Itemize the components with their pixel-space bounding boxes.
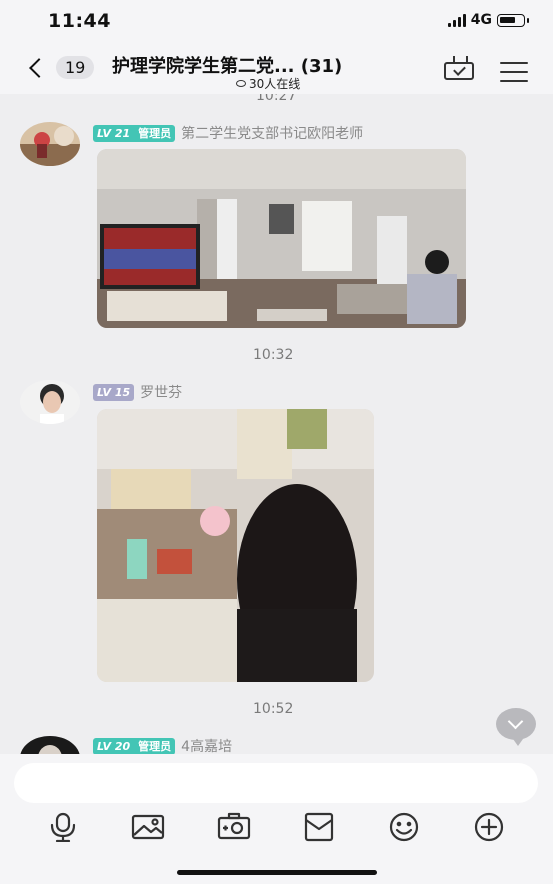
message-meta: LV 15 罗世芬 xyxy=(93,382,182,402)
status-time: 11:44 xyxy=(48,10,111,32)
signal-icon xyxy=(447,13,466,27)
menu-icon[interactable] xyxy=(500,62,528,82)
level-badge: LV 15 xyxy=(93,383,135,401)
sender-name: 4高嘉培 xyxy=(181,739,233,754)
message-time: 10:27 xyxy=(256,94,297,104)
message-input[interactable] xyxy=(14,763,538,803)
live-tv-icon[interactable] xyxy=(444,62,474,80)
level-badge: LV 21 管理员 xyxy=(93,124,176,142)
camera-icon[interactable] xyxy=(217,812,251,842)
avatar[interactable] xyxy=(20,380,80,424)
battery-icon xyxy=(497,13,529,27)
online-count-label: 30人在线 xyxy=(249,77,301,91)
message-meta: LV 20 管理员 4高嘉培 xyxy=(93,736,232,754)
eye-icon xyxy=(236,80,246,87)
input-area xyxy=(0,754,553,884)
home-indicator[interactable] xyxy=(177,870,377,875)
image-message[interactable] xyxy=(97,409,374,682)
message-time: 10:52 xyxy=(253,701,294,717)
message-meta: LV 21 管理员 第二学生党支部书记欧阳老师 xyxy=(93,123,363,143)
avatar[interactable] xyxy=(20,736,80,754)
emoji-icon[interactable] xyxy=(387,812,421,842)
chat-area[interactable]: 10:27 LV 21 管理员 第二学生党支部书记欧阳老师 10:32 LV 1… xyxy=(0,94,553,754)
back-chevron-icon xyxy=(29,57,49,78)
plus-icon[interactable] xyxy=(472,812,506,842)
red-packet-icon[interactable] xyxy=(302,812,336,842)
avatar[interactable] xyxy=(20,122,80,166)
group-title[interactable]: 护理学院学生第二党... (31) xyxy=(112,52,342,78)
back-button[interactable]: 19 xyxy=(26,56,95,79)
status-bar: 11:44 4G xyxy=(0,0,553,44)
sender-name: 第二学生党支部书记欧阳老师 xyxy=(181,126,364,142)
voice-icon[interactable] xyxy=(46,812,80,843)
unread-count-badge: 19 xyxy=(56,56,95,79)
status-indicators: 4G xyxy=(447,12,529,28)
image-message[interactable] xyxy=(97,149,466,328)
network-type: 4G xyxy=(470,12,492,28)
sender-name: 罗世芬 xyxy=(140,385,183,401)
message-time: 10:32 xyxy=(253,347,294,363)
scroll-to-bottom-button[interactable] xyxy=(496,708,536,746)
image-icon[interactable] xyxy=(131,812,165,842)
level-badge: LV 20 管理员 xyxy=(93,737,176,754)
nav-bar: 19 护理学院学生第二党... (31) 30人在线 xyxy=(0,44,553,94)
online-count: 30人在线 xyxy=(236,75,300,92)
